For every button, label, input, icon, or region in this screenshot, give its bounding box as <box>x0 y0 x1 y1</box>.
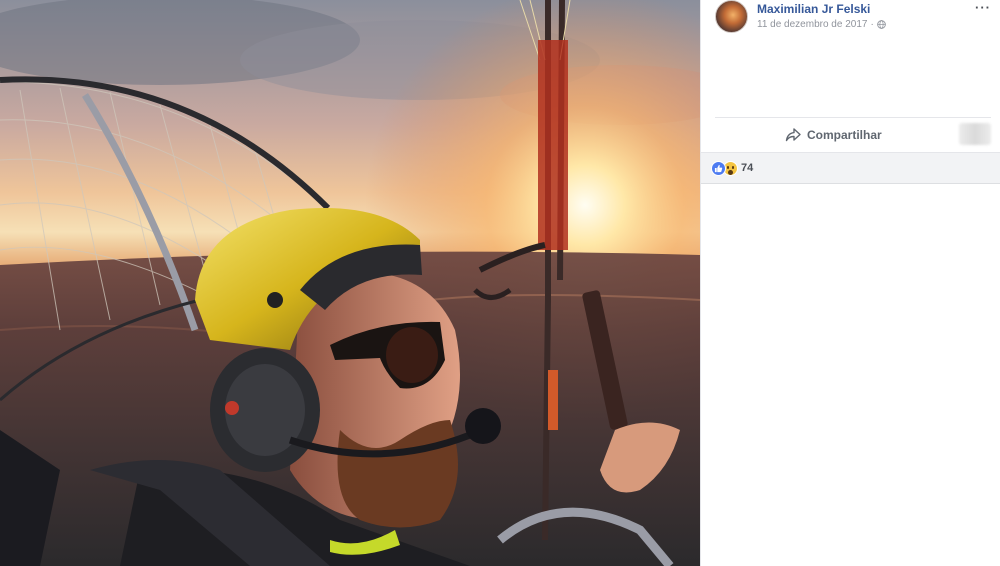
share-arrow-icon <box>785 128 801 142</box>
post-side-panel: Maximilian Jr Felski 11 de dezembro de 2… <box>700 0 1000 566</box>
reaction-icons[interactable] <box>711 161 738 176</box>
share-label: Compartilhar <box>807 128 882 142</box>
meta-separator: · <box>870 19 874 30</box>
reactions-bar: 74 <box>701 152 1000 184</box>
post-meta: 11 de dezembro de 2017 · <box>757 19 886 30</box>
post-header: Maximilian Jr Felski 11 de dezembro de 2… <box>715 0 1000 40</box>
globe-icon[interactable] <box>876 20 886 29</box>
post-actions: Compartilhar <box>715 118 991 152</box>
paramotor-selfie-illustration <box>0 0 700 566</box>
post-date-link[interactable]: 11 de dezembro de 2017 <box>757 19 867 30</box>
blurred-commenter-avatar <box>959 123 991 145</box>
reaction-count[interactable]: 74 <box>741 162 753 174</box>
post-photo[interactable] <box>0 0 700 566</box>
author-name-link[interactable]: Maximilian Jr Felski <box>757 2 870 16</box>
more-options-icon[interactable]: ··· <box>975 0 991 15</box>
avatar[interactable] <box>715 0 748 33</box>
share-button[interactable]: Compartilhar <box>785 124 882 146</box>
like-reaction-icon <box>711 161 726 176</box>
